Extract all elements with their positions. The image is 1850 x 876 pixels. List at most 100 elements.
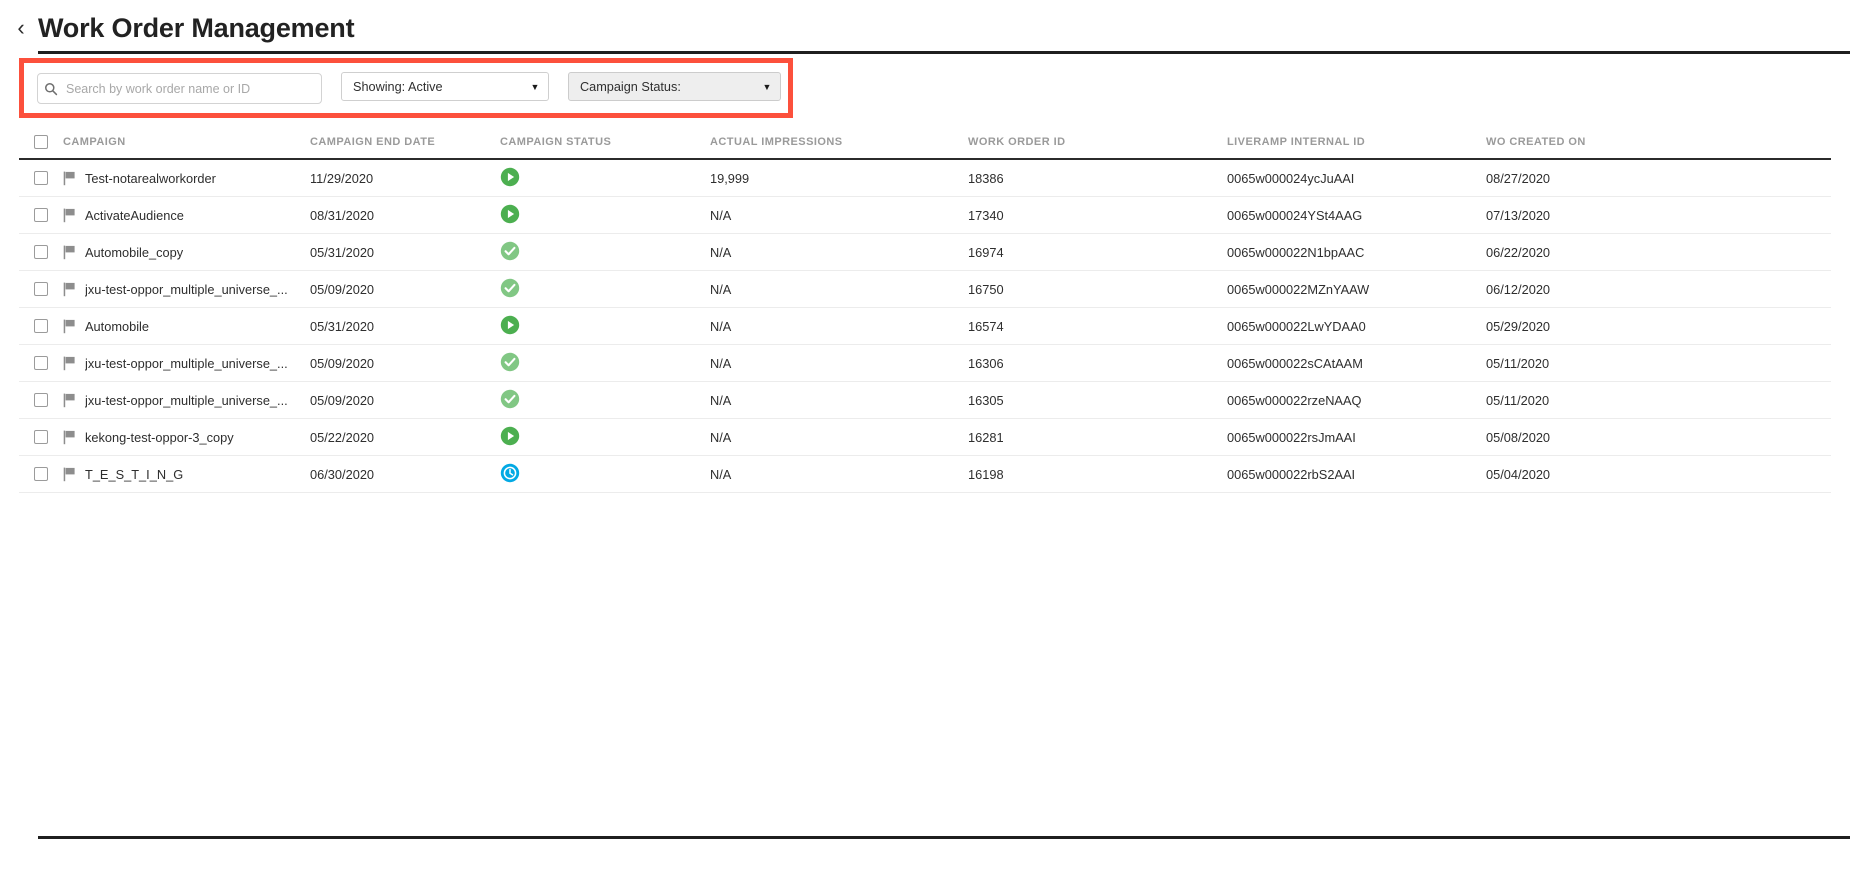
cell-campaign-end-date: 06/30/2020 bbox=[310, 466, 375, 482]
cell-campaign-end-date: 05/31/2020 bbox=[310, 318, 375, 334]
cell-actual-impressions: N/A bbox=[710, 392, 732, 408]
table-row[interactable]: Automobile_copy 05/31/2020 N/A 16974 0065w00… bbox=[19, 234, 1831, 271]
table-row[interactable]: Automobile 05/31/2020 N/A 16574 0065w000022L… bbox=[19, 308, 1831, 345]
cell-campaign[interactable]: Automobile_copy bbox=[63, 245, 310, 260]
select-all-checkbox[interactable] bbox=[34, 135, 48, 149]
table-header-row: CAMPAIGN CAMPAIGN END DATE CAMPAIGN STAT… bbox=[19, 126, 1831, 160]
cell-liveramp-internal-id: 0065w000022rsJmAAI bbox=[1227, 429, 1356, 445]
status-badge bbox=[500, 278, 520, 298]
row-select-checkbox[interactable] bbox=[34, 319, 48, 333]
showing-filter-label: Showing: Active bbox=[353, 79, 443, 94]
row-select-checkbox[interactable] bbox=[34, 171, 48, 185]
row-select-cell bbox=[19, 356, 63, 370]
row-select-checkbox[interactable] bbox=[34, 393, 48, 407]
cell-wo-created-on: 05/04/2020 bbox=[1486, 466, 1551, 482]
flag-icon bbox=[63, 171, 75, 185]
search-input[interactable] bbox=[64, 74, 321, 103]
cell-wo-created-on: 06/12/2020 bbox=[1486, 281, 1551, 297]
cell-wo-created-on: 08/27/2020 bbox=[1486, 170, 1551, 186]
row-select-checkbox[interactable] bbox=[34, 430, 48, 444]
flag-icon bbox=[63, 319, 75, 333]
page-title: Work Order Management bbox=[38, 12, 355, 43]
row-select-checkbox[interactable] bbox=[34, 467, 48, 481]
cell-campaign-end-date: 05/09/2020 bbox=[310, 355, 375, 371]
row-select-checkbox[interactable] bbox=[34, 282, 48, 296]
campaign-name: jxu-test-oppor_multiple_universe_... bbox=[85, 392, 288, 408]
search-field[interactable] bbox=[37, 73, 322, 104]
campaign-name: kekong-test-oppor-3_copy bbox=[85, 429, 234, 445]
table-row[interactable]: jxu-test-oppor_multiple_universe_... 05/0… bbox=[19, 382, 1831, 419]
cell-campaign[interactable]: jxu-test-oppor_multiple_universe_... bbox=[63, 282, 310, 297]
flag-icon[interactable] bbox=[63, 430, 85, 445]
table-row[interactable]: Test-notarealworkorder 11/29/2020 19,999 18… bbox=[19, 160, 1831, 197]
cell-liveramp-internal-id: 0065w000024ycJuAAI bbox=[1227, 170, 1355, 186]
row-select-cell bbox=[19, 430, 63, 444]
flag-icon[interactable] bbox=[63, 245, 85, 260]
flag-icon bbox=[63, 356, 75, 370]
chevron-down-icon: ▼ bbox=[762, 81, 772, 92]
title-divider bbox=[38, 51, 1850, 54]
flag-icon bbox=[63, 393, 75, 407]
row-select-checkbox[interactable] bbox=[34, 208, 48, 222]
flag-icon[interactable] bbox=[63, 467, 85, 482]
table-row[interactable]: jxu-test-oppor_multiple_universe_... 05/0… bbox=[19, 271, 1831, 308]
status-badge bbox=[500, 389, 520, 409]
campaign-name: Automobile bbox=[85, 318, 150, 334]
row-select-checkbox[interactable] bbox=[34, 356, 48, 370]
row-select-cell bbox=[19, 319, 63, 333]
cell-work-order-id: 17340 bbox=[968, 207, 1004, 223]
cell-wo-created-on: 07/13/2020 bbox=[1486, 207, 1551, 223]
status-badge bbox=[500, 426, 520, 446]
cell-campaign[interactable]: T_E_S_T_I_N_G bbox=[63, 467, 310, 482]
chevron-left-icon[interactable]: ‹ bbox=[8, 17, 34, 39]
table-row[interactable]: kekong-test-oppor-3_copy 05/22/2020 N/A 162… bbox=[19, 419, 1831, 456]
flag-icon bbox=[63, 208, 75, 222]
cell-actual-impressions: N/A bbox=[710, 244, 732, 260]
campaign-name: Test-notarealworkorder bbox=[85, 170, 216, 186]
cell-campaign[interactable]: jxu-test-oppor_multiple_universe_... bbox=[63, 356, 310, 371]
status-running-icon bbox=[500, 167, 520, 186]
flag-icon[interactable] bbox=[63, 393, 85, 408]
cell-campaign-end-date: 05/09/2020 bbox=[310, 392, 375, 408]
cell-campaign[interactable]: kekong-test-oppor-3_copy bbox=[63, 430, 310, 445]
cell-campaign[interactable]: ActivateAudience bbox=[63, 208, 310, 223]
flag-icon[interactable] bbox=[63, 282, 85, 297]
cell-liveramp-internal-id: 0065w000022MZnYAAW bbox=[1227, 281, 1370, 297]
table-row[interactable]: jxu-test-oppor_multiple_universe_... 05/0… bbox=[19, 345, 1831, 382]
column-header-campaign-end-date[interactable]: CAMPAIGN END DATE bbox=[310, 136, 500, 148]
cell-campaign[interactable]: jxu-test-oppor_multiple_universe_... bbox=[63, 393, 310, 408]
column-header-wo-created-on[interactable]: WO CREATED ON bbox=[1486, 136, 1736, 148]
cell-campaign[interactable]: Automobile bbox=[63, 319, 310, 334]
row-select-checkbox[interactable] bbox=[34, 245, 48, 259]
flag-icon bbox=[63, 430, 75, 444]
cell-wo-created-on: 05/11/2020 bbox=[1486, 355, 1550, 371]
showing-filter-dropdown[interactable]: Showing: Active ▼ bbox=[341, 72, 549, 101]
cell-wo-created-on: 05/29/2020 bbox=[1486, 318, 1551, 334]
cell-work-order-id: 16306 bbox=[968, 355, 1004, 371]
status-badge bbox=[500, 167, 520, 187]
flag-icon[interactable] bbox=[63, 208, 85, 223]
cell-work-order-id: 16974 bbox=[968, 244, 1004, 260]
column-header-work-order-id[interactable]: WORK ORDER ID bbox=[968, 136, 1227, 148]
column-header-campaign-status[interactable]: CAMPAIGN STATUS bbox=[500, 136, 710, 148]
status-badge bbox=[500, 241, 520, 261]
cell-actual-impressions: N/A bbox=[710, 318, 732, 334]
cell-campaign-status bbox=[500, 315, 710, 338]
cell-campaign-status bbox=[500, 241, 710, 264]
work-orders-table: CAMPAIGN CAMPAIGN END DATE CAMPAIGN STAT… bbox=[19, 126, 1831, 493]
column-header-liveramp-internal-id[interactable]: LIVERAMP INTERNAL ID bbox=[1227, 136, 1486, 148]
campaign-status-filter-dropdown[interactable]: Campaign Status: ▼ bbox=[568, 72, 781, 101]
cell-work-order-id: 16750 bbox=[968, 281, 1004, 297]
chevron-down-icon: ▼ bbox=[530, 81, 540, 92]
column-header-campaign[interactable]: CAMPAIGN bbox=[63, 136, 310, 148]
cell-campaign[interactable]: Test-notarealworkorder bbox=[63, 171, 310, 186]
flag-icon[interactable] bbox=[63, 319, 85, 334]
cell-work-order-id: 18386 bbox=[968, 170, 1004, 186]
status-running-icon bbox=[500, 426, 520, 445]
flag-icon[interactable] bbox=[63, 171, 85, 186]
table-row[interactable]: ActivateAudience 08/31/2020 N/A 17340 0065w0… bbox=[19, 197, 1831, 234]
flag-icon[interactable] bbox=[63, 356, 85, 371]
column-header-actual-impressions[interactable]: ACTUAL IMPRESSIONS bbox=[710, 136, 968, 148]
status-complete-icon bbox=[500, 389, 520, 408]
table-row[interactable]: T_E_S_T_I_N_G 06/30/2020 N/A 16198 0065w0000… bbox=[19, 456, 1831, 493]
